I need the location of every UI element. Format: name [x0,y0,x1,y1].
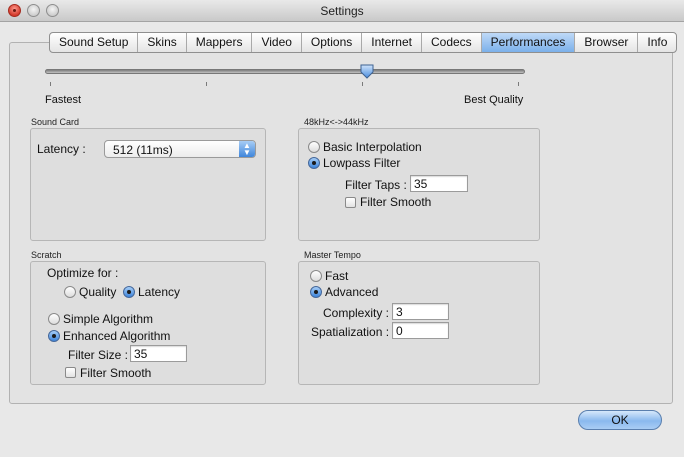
window-title: Settings [320,4,364,18]
ok-button[interactable]: OK [578,410,662,430]
simple-algorithm-label: Simple Algorithm [63,312,154,326]
simple-algorithm-radio[interactable] [48,313,60,325]
tab-bar: Sound Setup Skins Mappers Video Options … [49,32,678,53]
basic-interpolation-label: Basic Interpolation [323,140,422,154]
optimize-latency-label: Latency [138,285,181,299]
resample-filter-smooth-label: Filter Smooth [360,195,432,209]
settings-window: Settings Sound Setup Skins Mappers Video… [0,0,684,457]
optimize-quality-label: Quality [79,285,117,299]
complexity-field[interactable]: 3 [392,303,449,320]
master-tempo-group-title: Master Tempo [304,250,361,260]
spatialization-field[interactable]: 0 [392,322,449,339]
complexity-label: Complexity : [323,306,390,320]
tempo-advanced-radio[interactable] [310,286,322,298]
tab-internet[interactable]: Internet [361,33,421,52]
tab-mappers[interactable]: Mappers [185,33,252,52]
latency-label: Latency : [37,142,86,156]
tab-skins[interactable]: Skins [137,33,185,52]
sound-card-group-title: Sound Card [31,117,80,127]
tab-codecs[interactable]: Codecs [420,33,481,52]
tab-info[interactable]: Info [637,33,676,52]
tempo-fast-label: Fast [325,269,349,283]
spatialization-label: Spatialization : [311,325,390,339]
enhanced-algorithm-label: Enhanced Algorithm [63,329,171,343]
tab-video[interactable]: Video [251,33,300,52]
tab-options[interactable]: Options [300,33,361,52]
basic-interpolation-radio[interactable] [308,141,320,153]
latency-select-value: 512 (11ms) [113,143,173,157]
filter-size-label: Filter Size : [68,348,129,362]
scratch-filter-smooth-label: Filter Smooth [80,366,152,380]
updown-arrows-icon: ▲ ▼ [239,141,255,157]
resample-filter-smooth-checkbox[interactable] [345,197,356,208]
filter-size-field[interactable]: 35 [130,345,187,362]
lowpass-filter-radio[interactable] [308,157,320,169]
slider-tick [518,82,519,86]
latency-select[interactable]: 512 (11ms) ▲ ▼ [104,140,256,158]
slider-tick [362,82,363,86]
quality-slider-thumb[interactable] [360,64,374,79]
tempo-advanced-label: Advanced [325,285,379,299]
tempo-fast-radio[interactable] [310,270,322,282]
tab-sound-setup[interactable]: Sound Setup [50,33,137,52]
resample-group-title: 48kHz<->44kHz [304,117,369,127]
filter-taps-field[interactable]: 35 [410,175,468,192]
lowpass-filter-label: Lowpass Filter [323,156,401,170]
optimize-for-label: Optimize for : [47,266,119,280]
scratch-filter-smooth-checkbox[interactable] [65,367,76,378]
title-bar: Settings [0,0,684,22]
filter-taps-label: Filter Taps : [345,178,407,192]
optimize-latency-radio[interactable] [123,286,135,298]
tab-performances[interactable]: Performances [480,33,575,52]
tab-browser[interactable]: Browser [574,33,637,52]
enhanced-algorithm-radio[interactable] [48,330,60,342]
slider-tick [206,82,207,86]
slider-min-label: Fastest [45,94,82,106]
optimize-quality-radio[interactable] [64,286,76,298]
slider-tick [50,82,51,86]
slider-max-label: Best Quality [464,94,524,106]
quality-slider-track[interactable] [45,69,525,74]
scratch-group-title: Scratch [31,250,62,260]
